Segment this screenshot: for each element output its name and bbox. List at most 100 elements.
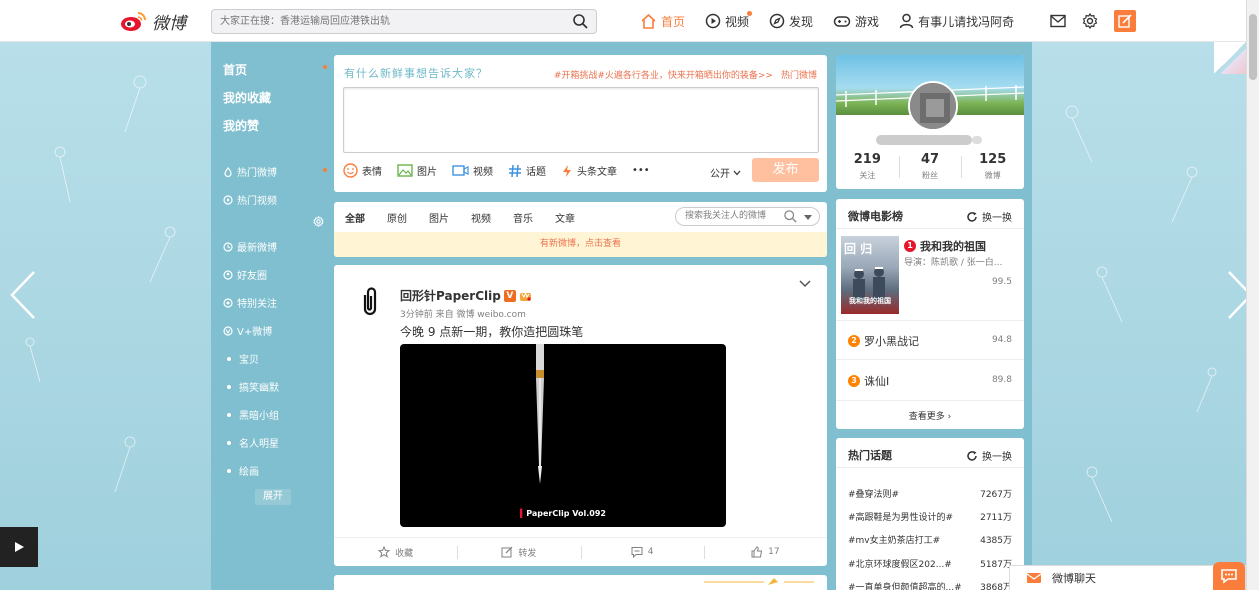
video-caption: ▍PaperClip Vol.092 <box>520 509 606 518</box>
nav-game[interactable]: 游戏 <box>833 13 879 30</box>
video-tool[interactable]: 视频 <box>452 163 493 178</box>
nav-video[interactable]: 视频 <box>705 10 753 30</box>
article-tool[interactable]: 头条文章 <box>561 163 617 178</box>
leftnav-vplus[interactable]: V+微博 <box>223 323 272 338</box>
movie-2-name[interactable]: 2 罗小黑战记 <box>848 333 919 349</box>
nav-profile[interactable]: 有事儿请找冯阿奇 <box>899 13 1014 30</box>
post-actions: 收藏 转发 4 17 <box>334 537 827 566</box>
leftnav-friends[interactable]: 好友圈 <box>223 267 267 282</box>
scrollbar-thumb[interactable] <box>1249 14 1257 80</box>
movie-poster[interactable]: 回 归 我和我的祖国 <box>841 236 899 314</box>
video-play-icon <box>223 194 233 205</box>
username-hidden[interactable] <box>876 135 972 145</box>
post-author[interactable]: 回形针PaperClip V <box>400 287 532 304</box>
chat-open-button[interactable] <box>1213 562 1245 590</box>
leftnav-hot-video[interactable]: 热门视频 <box>223 192 277 207</box>
hot-new-dot <box>323 168 327 172</box>
visibility-select[interactable]: 公开 <box>710 165 741 180</box>
tab-articles[interactable]: 文章 <box>555 210 575 225</box>
nav-home[interactable]: 首页 <box>640 13 685 30</box>
avatar-blurred-image <box>910 83 956 129</box>
composer-textarea[interactable] <box>343 87 819 153</box>
divider <box>836 467 1024 468</box>
repost-button[interactable]: 转发 <box>457 538 580 566</box>
bullet-icon <box>227 468 231 473</box>
leftnav-hot-weibo[interactable]: 热门微博 <box>223 164 277 179</box>
leftnav-group-dark[interactable]: 黑暗小组 <box>223 407 279 422</box>
camera-icon <box>452 165 469 176</box>
stat-posts[interactable]: 125 微博 <box>961 152 1024 181</box>
leftnav-latest[interactable]: 最新微博 <box>223 239 277 254</box>
leftnav-group-funny[interactable]: 搞笑幽默 <box>223 379 279 394</box>
emoji-tool[interactable]: 表情 <box>343 163 382 178</box>
chevron-down-icon[interactable] <box>799 280 811 288</box>
post-video[interactable]: ▍PaperClip Vol.092 <box>400 344 726 527</box>
poster-caption: 我和我的祖国 <box>849 297 891 305</box>
settings-button[interactable] <box>1082 13 1098 29</box>
flame-icon <box>224 166 232 177</box>
chat-bar[interactable]: 微博聊天 <box>1009 565 1246 590</box>
tab-all[interactable]: 全部 <box>345 210 365 225</box>
post-decoration <box>704 578 814 585</box>
compose-button[interactable] <box>1114 10 1136 32</box>
prev-arrow-icon[interactable] <box>8 270 38 320</box>
scrollbar[interactable] <box>1246 0 1259 590</box>
weibo-logo[interactable]: 微博 <box>120 9 186 34</box>
search-icon[interactable] <box>573 14 588 29</box>
mini-player[interactable] <box>0 527 38 567</box>
nav-discover[interactable]: 发现 <box>769 13 813 30</box>
hot-weibo-link[interactable]: 热门微博 <box>781 71 817 81</box>
expand-button[interactable]: 展开 <box>255 489 291 505</box>
nav-settings-gear-icon[interactable] <box>313 216 324 227</box>
corner-decoration-color <box>1214 42 1246 74</box>
see-more-link[interactable]: 查看更多 › <box>836 409 1024 422</box>
leftnav-favorites[interactable]: 我的收藏 <box>223 89 271 106</box>
topic-item[interactable]: #一直单身但颜值超高的...# 3868万 <box>848 580 1012 590</box>
comment-icon <box>631 547 643 558</box>
topic-item[interactable]: #高跟鞋是为男性设计的# 2711万 <box>848 510 1012 523</box>
topic-item[interactable]: #北京环球度假区202...# 5187万 <box>848 557 1012 570</box>
stat-following[interactable]: 219 关注 <box>836 152 899 181</box>
topic-item[interactable]: #叠穿法则# 7267万 <box>848 487 1012 500</box>
leftnav-home[interactable]: 首页 <box>223 61 247 78</box>
leftnav-group-drawing[interactable]: 绘画 <box>223 463 259 478</box>
gear-icon <box>1082 13 1098 29</box>
topic-tool[interactable]: 话题 <box>508 163 546 178</box>
search-icon[interactable] <box>784 210 797 223</box>
leftnav-group-celebs[interactable]: 名人明星 <box>223 435 279 450</box>
publish-button[interactable]: 发布 <box>752 158 819 182</box>
movie-2-score: 94.8 <box>991 335 1012 345</box>
movie-3-name[interactable]: 3 诛仙Ⅰ <box>848 373 889 389</box>
feed-search-input[interactable]: 搜索我关注人的微博 <box>675 207 820 226</box>
leftnav-special[interactable]: 特别关注 <box>223 295 277 310</box>
movie-refresh-button[interactable]: 换一换 <box>966 209 1012 224</box>
topic-item[interactable]: #mv女主奶茶店打工# 4385万 <box>848 533 1012 546</box>
favorite-button[interactable]: 收藏 <box>334 538 457 566</box>
image-tool[interactable]: 图片 <box>397 163 437 178</box>
tab-videos[interactable]: 视频 <box>471 210 491 225</box>
edit-icon <box>1118 14 1132 28</box>
vplus-icon <box>223 325 233 336</box>
logo-text: 微博 <box>152 13 186 34</box>
tab-original[interactable]: 原创 <box>387 210 407 225</box>
more-tools-button[interactable]: ••• <box>632 165 650 176</box>
new-posts-notice[interactable]: 有新微博，点击查看 <box>334 232 827 257</box>
leftnav-group-baby[interactable]: 宝贝 <box>223 351 259 366</box>
pen-illustration <box>536 344 544 484</box>
tab-music[interactable]: 音乐 <box>513 210 533 225</box>
like-button[interactable]: 17 <box>703 538 827 566</box>
tab-images[interactable]: 图片 <box>429 210 449 225</box>
topics-refresh-button[interactable]: 换一换 <box>966 448 1012 463</box>
movie-1-name[interactable]: 1 我和我的祖国 <box>904 238 986 254</box>
search-input[interactable] <box>212 10 552 33</box>
stat-followers[interactable]: 47 粉丝 <box>898 152 962 181</box>
hot-topics-title: 热门话题 <box>848 449 892 462</box>
hot-topic-link[interactable]: #开箱挑战#火遍各行各业，快来开箱晒出你的装备>> <box>554 71 773 81</box>
messages-button[interactable] <box>1050 14 1066 28</box>
comment-button[interactable]: 4 <box>580 538 704 566</box>
paperclip-avatar-icon[interactable] <box>356 285 384 319</box>
leftnav-likes[interactable]: 我的赞 <box>223 117 259 134</box>
left-nav: 首页 我的收藏 我的赞 热门微博 热门视频 最新微博 好友圈 特别关注 V+微博… <box>211 42 334 590</box>
caret-down-icon[interactable] <box>804 215 812 220</box>
avatar[interactable] <box>908 81 958 131</box>
